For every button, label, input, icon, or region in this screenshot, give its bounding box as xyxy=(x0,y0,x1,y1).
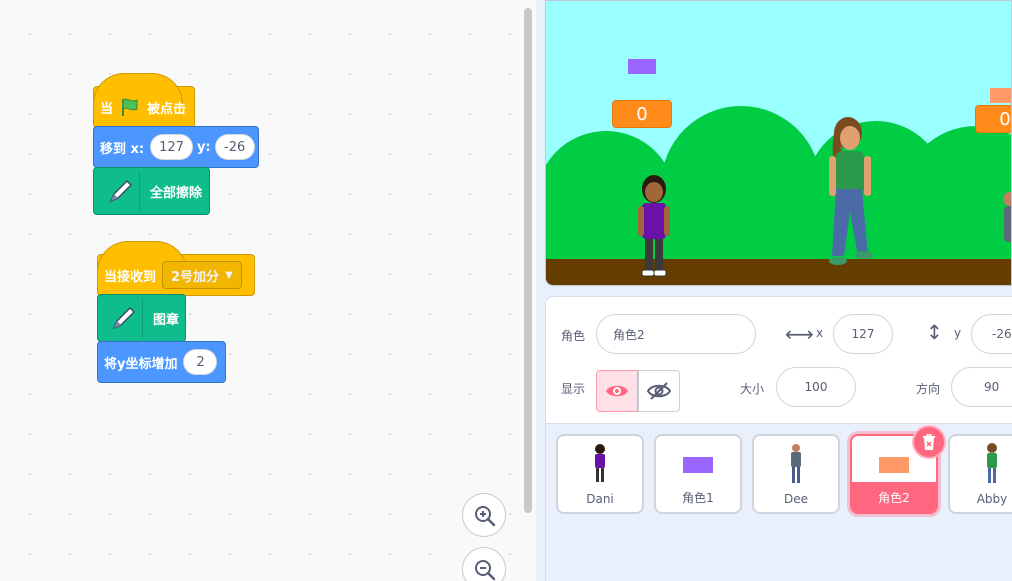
change-y-label: 将y坐标增加 xyxy=(104,356,178,372)
stage-backdrop xyxy=(546,59,1011,285)
y-arrows-icon: ↕ xyxy=(926,320,943,344)
message-dropdown-value: 2号加分 xyxy=(171,269,220,285)
size-value: 100 xyxy=(804,380,828,394)
y-label: y xyxy=(954,326,962,340)
show-label: 显示 xyxy=(561,382,586,396)
pen-clear-label: 全部擦除 xyxy=(150,185,203,201)
x-value: 127 xyxy=(851,327,875,341)
x-input[interactable]: 127 xyxy=(833,314,893,354)
stage[interactable]: 0 0 xyxy=(545,0,1012,286)
x-label: x xyxy=(816,326,824,340)
dropdown-arrow-icon: ▼ xyxy=(225,269,233,281)
pen-icon xyxy=(100,171,140,211)
code-area[interactable]: 当 被点击 移到 x: 127 y: -26 全部擦除 当接收到 2号加分 ▼ xyxy=(0,0,536,581)
code-area-scrollbar[interactable] xyxy=(524,8,532,513)
pen-stamp-label: 图章 xyxy=(152,312,179,328)
green-flag-icon xyxy=(122,98,138,116)
direction-value: 90 xyxy=(984,380,1000,394)
score-monitor-left: 0 xyxy=(612,100,672,128)
y-value: -26 xyxy=(992,327,1012,341)
zoom-out-icon xyxy=(475,560,496,581)
when-receive-block[interactable]: 当接收到 2号加分 ▼ xyxy=(97,241,255,296)
sprite-tile-dani[interactable]: Dani xyxy=(556,434,644,514)
x-arrows-icon: ⟷ xyxy=(785,322,814,346)
size-input[interactable]: 100 xyxy=(776,367,856,407)
sprite-tile-dee[interactable]: Dee xyxy=(752,434,840,514)
when-flag-suffix: 被点击 xyxy=(147,101,187,117)
message-dropdown[interactable]: 2号加分 ▼ xyxy=(162,261,242,289)
change-y-block[interactable]: 将y坐标增加 2 xyxy=(97,341,226,383)
direction-input[interactable]: 90 xyxy=(951,367,1012,407)
y-input[interactable]: -26 xyxy=(971,314,1012,354)
sprite-thumbnail xyxy=(950,442,1012,488)
change-y-input[interactable]: 2 xyxy=(183,349,218,375)
eye-icon xyxy=(606,385,628,397)
goto-y-label: y: xyxy=(196,139,211,155)
trash-icon xyxy=(923,434,935,450)
sprite-name: 角色1 xyxy=(682,491,714,505)
size-label: 大小 xyxy=(740,382,765,396)
sprite-thumbnail xyxy=(558,442,642,488)
sprite-tile-jiaose1[interactable]: 角色1 xyxy=(654,434,742,514)
sprite-tile-abby[interactable]: Abby xyxy=(948,434,1012,514)
sprite-name-input[interactable]: 角色2 xyxy=(596,314,756,354)
sprite-name: Dee xyxy=(783,492,808,506)
dee-sprite xyxy=(1003,192,1011,242)
sprite-name: 角色2 xyxy=(878,491,910,505)
sprite-thumbnail xyxy=(656,442,740,488)
sprite-name: Abby xyxy=(976,492,1008,506)
show-sprite-button[interactable] xyxy=(596,370,638,412)
delete-sprite-button[interactable] xyxy=(912,425,946,459)
goto-y-input[interactable]: -26 xyxy=(214,134,255,160)
direction-label: 方向 xyxy=(916,382,941,396)
zoom-in-button[interactable] xyxy=(462,493,506,537)
goto-xy-block[interactable]: 移到 x: 127 y: -26 xyxy=(93,126,259,168)
goto-label: 移到 x: xyxy=(100,141,145,157)
zoom-in-icon xyxy=(475,506,496,527)
sprite-name-value: 角色2 xyxy=(613,327,645,342)
sprite-name-label: 角色 xyxy=(561,329,586,343)
pen-icon xyxy=(104,298,143,338)
goto-x-input[interactable]: 127 xyxy=(150,134,193,160)
sprite-name: Dani xyxy=(586,492,614,506)
zoom-out-button[interactable] xyxy=(462,547,506,581)
hide-sprite-button[interactable] xyxy=(638,370,680,412)
eye-hidden-icon xyxy=(647,382,671,400)
when-flag-prefix: 当 xyxy=(100,101,114,117)
pen-clear-block[interactable]: 全部擦除 xyxy=(93,167,210,215)
score-monitor-right: 0 xyxy=(975,105,1011,133)
pen-stamp-block[interactable]: 图章 xyxy=(97,294,186,342)
sprite-thumbnail xyxy=(754,442,838,488)
when-flag-clicked-block[interactable]: 当 被点击 xyxy=(93,73,195,128)
when-receive-label: 当接收到 xyxy=(104,269,157,285)
